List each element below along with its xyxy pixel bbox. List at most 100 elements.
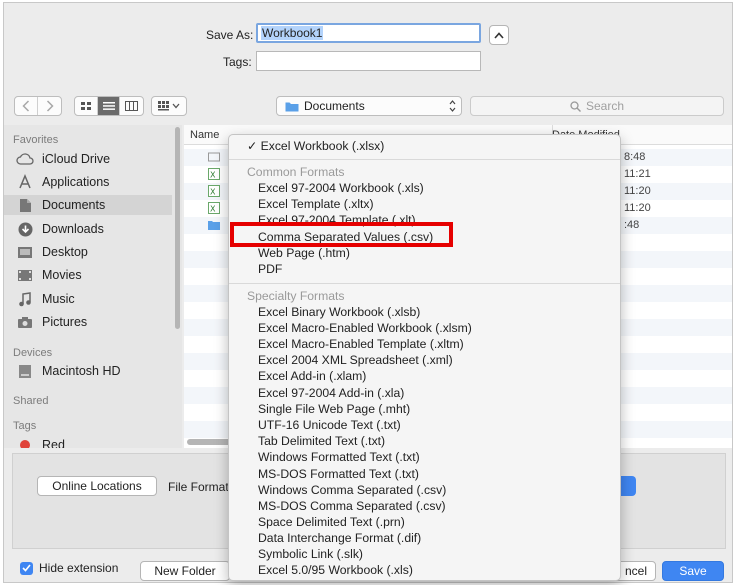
hard-drive-icon [16, 363, 34, 379]
tags-input[interactable] [256, 51, 481, 71]
sidebar-scrollbar[interactable] [175, 127, 180, 329]
folder-icon [208, 221, 220, 230]
sidebar-item-tag-red[interactable]: Red [16, 435, 174, 448]
file-modified-time: :48 [624, 219, 640, 231]
favorites-heading: Favorites [13, 134, 59, 146]
menu-item-csv[interactable]: Comma Separated Values (.csv) [258, 229, 433, 245]
menu-item-excel-workbook[interactable]: ✓ Excel Workbook (.xlsx) [247, 138, 384, 154]
menu-item-excel-97-2004-add-in[interactable]: Excel 97-2004 Add-in (.xla) [258, 385, 404, 401]
applications-icon [16, 174, 34, 190]
arrange-grid-icon [158, 101, 180, 111]
file-modified-time: 11:20 [624, 202, 651, 214]
common-formats-heading: Common Formats [247, 165, 345, 179]
sidebar-item-documents[interactable]: Documents [4, 195, 172, 215]
chevron-right-icon [46, 100, 54, 112]
desktop-icon [16, 244, 34, 260]
sidebar-item-label: Movies [42, 268, 82, 282]
column-view-button[interactable] [120, 97, 143, 115]
menu-item-excel-5-95-workbook[interactable]: Excel 5.0/95 Workbook (.xls) [258, 562, 413, 578]
menu-item-ms-dos-formatted-text[interactable]: MS-DOS Formatted Text (.txt) [258, 466, 419, 482]
menu-item-excel-97-2004-workbook[interactable]: Excel 97-2004 Workbook (.xls) [258, 180, 424, 196]
sidebar: Favorites iCloud Drive Applications Docu… [4, 125, 182, 448]
sidebar-item-label: Documents [42, 198, 106, 212]
save-as-label: Save As: [206, 28, 254, 42]
file-format-menu: ✓ Excel Workbook (.xlsx) Common Formats … [228, 134, 621, 581]
menu-item-utf16-unicode-text[interactable]: UTF-16 Unicode Text (.txt) [258, 417, 401, 433]
save-as-value: Workbook1 [261, 26, 324, 40]
menu-item-pdf[interactable]: PDF [258, 261, 282, 277]
save-as-input[interactable]: Workbook1 [256, 23, 481, 43]
menu-separator [229, 159, 620, 160]
list-view-button[interactable] [97, 97, 121, 115]
document-icon [16, 197, 34, 213]
menu-item-excel-binary-workbook[interactable]: Excel Binary Workbook (.xlsb) [258, 304, 420, 320]
sidebar-item-label: Applications [42, 175, 110, 189]
menu-item-excel-add-in[interactable]: Excel Add-in (.xlam) [258, 368, 366, 384]
download-icon [16, 221, 34, 237]
menu-item-data-interchange-format[interactable]: Data Interchange Format (.dif) [258, 530, 421, 546]
menu-item-excel-macro-enabled-template[interactable]: Excel Macro-Enabled Template (.xltm) [258, 336, 464, 352]
menu-item-excel-97-2004-template[interactable]: Excel 97-2004 Template (.xlt) [258, 212, 416, 228]
chevron-up-icon [494, 31, 504, 39]
red-tag-dot-icon [16, 437, 34, 448]
location-popup[interactable]: Documents [276, 96, 462, 116]
menu-item-excel-2004-xml[interactable]: Excel 2004 XML Spreadsheet (.xml) [258, 352, 453, 368]
specialty-formats-heading: Specialty Formats [247, 289, 345, 303]
icon-view-button[interactable] [75, 97, 98, 115]
menu-item-space-delimited-text[interactable]: Space Delimited Text (.prn) [258, 514, 405, 530]
sidebar-item-movies[interactable]: Movies [16, 265, 174, 285]
sidebar-item-label: Downloads [42, 222, 104, 236]
sidebar-item-pictures[interactable]: Pictures [16, 312, 174, 332]
file-modified-time: 11:21 [624, 168, 651, 180]
menu-item-excel-template[interactable]: Excel Template (.xltx) [258, 196, 374, 212]
new-folder-button[interactable]: New Folder [140, 561, 230, 581]
sidebar-item-label: iCloud Drive [42, 152, 111, 166]
arrange-button[interactable] [151, 96, 187, 116]
search-input[interactable]: Search [470, 96, 724, 116]
menu-item-excel-macro-enabled-workbook[interactable]: Excel Macro-Enabled Workbook (.xlsm) [258, 320, 472, 336]
file-icon [208, 152, 220, 162]
checkmark-icon: ✓ [247, 139, 261, 153]
file-modified-time: 11:20 [624, 185, 651, 197]
name-column-header[interactable]: Name [190, 129, 219, 141]
save-button[interactable]: Save [662, 561, 724, 581]
collapse-dialog-button[interactable] [489, 25, 509, 45]
forward-button[interactable] [38, 97, 61, 115]
shared-heading: Shared [13, 395, 49, 407]
menu-separator [229, 283, 620, 284]
hide-extension-label: Hide extension [39, 561, 119, 575]
menu-item-symbolic-link[interactable]: Symbolic Link (.slk) [258, 546, 363, 562]
sidebar-item-music[interactable]: Music [16, 289, 174, 309]
sidebar-item-downloads[interactable]: Downloads [16, 219, 174, 239]
sidebar-item-macintosh-hd[interactable]: Macintosh HD [16, 361, 174, 381]
sidebar-item-desktop[interactable]: Desktop [16, 242, 174, 262]
cloud-icon [16, 151, 34, 167]
file-format-popup-arrow[interactable] [621, 476, 636, 496]
sidebar-item-icloud-drive[interactable]: iCloud Drive [16, 149, 174, 169]
sidebar-item-label: Pictures [42, 315, 88, 329]
sidebar-item-label: Desktop [42, 245, 88, 259]
camera-icon [16, 314, 34, 330]
sidebar-item-label: Macintosh HD [42, 364, 121, 378]
devices-heading: Devices [13, 347, 53, 359]
location-label: Documents [304, 99, 365, 113]
menu-item-single-file-web-page[interactable]: Single File Web Page (.mht) [258, 401, 410, 417]
svg-text:X: X [210, 188, 216, 197]
search-icon [570, 100, 581, 112]
file-format-label: File Format [168, 480, 229, 494]
online-locations-button[interactable]: Online Locations [37, 476, 157, 496]
tags-heading: Tags [13, 420, 37, 432]
checkmark-icon [20, 561, 33, 575]
menu-item-windows-comma-separated[interactable]: Windows Comma Separated (.csv) [258, 482, 446, 498]
excel-file-icon: X [208, 185, 220, 197]
back-button[interactable] [15, 97, 39, 115]
menu-item-windows-formatted-text[interactable]: Windows Formatted Text (.txt) [258, 449, 420, 465]
music-note-icon [16, 291, 34, 307]
grid-icon [80, 102, 91, 110]
sidebar-item-applications[interactable]: Applications [16, 172, 174, 192]
menu-item-tab-delimited-text[interactable]: Tab Delimited Text (.txt) [258, 433, 385, 449]
menu-item-web-page[interactable]: Web Page (.htm) [258, 245, 350, 261]
hide-extension-checkbox[interactable]: Hide extension [20, 561, 118, 575]
tags-label: Tags: [223, 55, 252, 69]
menu-item-ms-dos-comma-separated[interactable]: MS-DOS Comma Separated (.csv) [258, 498, 446, 514]
